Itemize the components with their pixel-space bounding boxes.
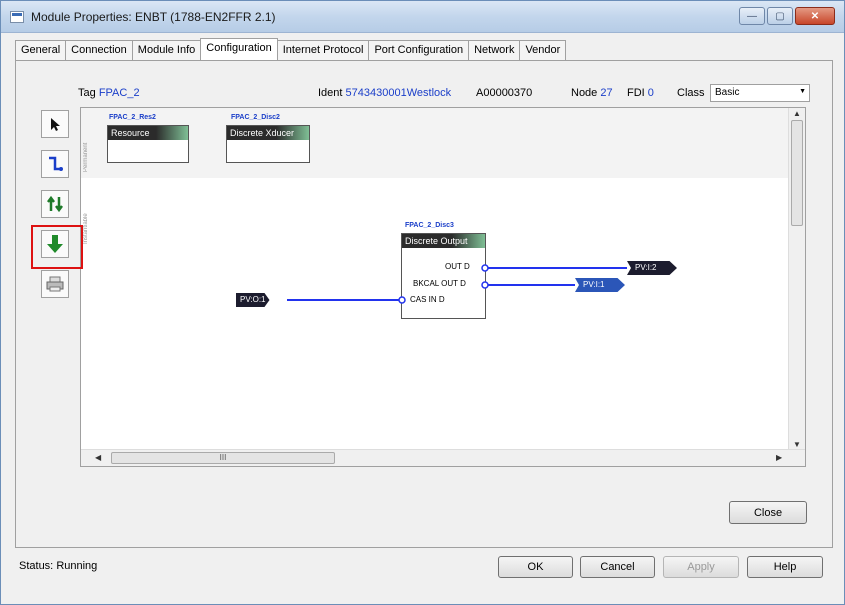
scroll-up-icon[interactable]: ▲ [793,109,801,118]
class-value: Basic [715,87,740,98]
tab-strip: General Connection Module Info Configura… [15,38,567,61]
output-block-head: Discrete Output [402,234,485,248]
function-block-canvas[interactable]: Permanent Instantiable FPAC_2_Res2 Resou… [80,107,806,467]
pv-i2-tag[interactable]: PV:I:2 [627,261,677,275]
configuration-panel: Tag FPAC_2 Ident 5743430001Westlock A000… [15,60,833,548]
tab-general[interactable]: General [15,40,67,60]
ident-value: 5743430001Westlock [345,87,452,99]
printer-icon [46,276,64,292]
window-controls: — ▢ ✕ [737,7,835,25]
pv-o1-tag[interactable]: PV:O:1 [236,293,270,307]
vertical-scroll-thumb[interactable] [791,120,803,226]
output-block-title: FPAC_2_Disc3 [405,222,454,229]
sort-tool-button[interactable] [41,190,69,218]
highlight-frame [31,225,83,269]
tab-vendor[interactable]: Vendor [519,40,567,60]
pv-i1-tag[interactable]: PV:I:1 [575,278,625,292]
tab-connection[interactable]: Connection [65,40,133,60]
tab-internet-protocol[interactable]: Internet Protocol [276,40,370,60]
tag-field: Tag FPAC_2 [78,87,140,99]
link-tool-icon [49,156,63,171]
status-bar: Status: Running [19,560,97,572]
node-label: Node [571,87,598,99]
status-value: Running [56,560,98,572]
panel-close-button[interactable]: Close [729,501,807,524]
device-header: Tag FPAC_2 Ident 5743430001Westlock A000… [78,84,814,104]
tab-module-info[interactable]: Module Info [131,40,202,60]
minimize-button[interactable]: — [739,7,765,25]
tag-value: FPAC_2 [98,87,140,99]
tool-palette [41,110,71,310]
link-tool-button[interactable] [41,150,69,178]
ident-label: Ident [318,87,343,99]
class-label: Class [677,87,705,99]
apply-button[interactable]: Apply [663,556,739,578]
help-button[interactable]: Help [747,556,823,578]
cancel-button[interactable]: Cancel [580,556,655,578]
fdi-value: 0 [647,87,654,99]
close-window-button[interactable]: ✕ [795,7,835,25]
scroll-left-icon[interactable]: ◀ [95,453,101,462]
tab-port-configuration[interactable]: Port Configuration [368,40,470,60]
window-title: Module Properties: ENBT (1788-EN2FFR 2.1… [31,10,276,24]
status-label: Status: [19,560,54,572]
sort-icon [47,195,63,213]
tab-network[interactable]: Network [468,40,521,60]
fdi-label: FDI [627,87,645,99]
ident-field: Ident 5743430001Westlock [318,87,451,99]
horizontal-scrollbar[interactable]: ◀ III ▶ [81,449,805,466]
tab-configuration[interactable]: Configuration [200,38,278,60]
scroll-right-icon[interactable]: ▶ [776,453,782,462]
title-bar[interactable]: Module Properties: ENBT (1788-EN2FFR 2.1… [1,1,844,33]
scroll-down-icon[interactable]: ▼ [793,440,801,449]
maximize-button[interactable]: ▢ [767,7,793,25]
class-dropdown[interactable]: Basic [710,84,810,102]
node-value: 27 [600,87,613,99]
print-tool-button[interactable] [41,270,69,298]
ok-button[interactable]: OK [498,556,573,578]
module-properties-window: Module Properties: ENBT (1788-EN2FFR 2.1… [0,0,845,605]
window-icon [10,11,24,23]
node-field: Node 27 [571,87,613,99]
pointer-icon [51,118,60,131]
tag-label: Tag [78,87,96,99]
vertical-scrollbar[interactable]: ▲ ▼ [788,108,805,451]
pointer-tool-button[interactable] [41,110,69,138]
ident-code: A00000370 [476,87,533,99]
horizontal-scroll-thumb[interactable]: III [111,452,335,464]
fdi-field: FDI 0 [627,87,654,99]
pin-connectors [398,264,489,304]
